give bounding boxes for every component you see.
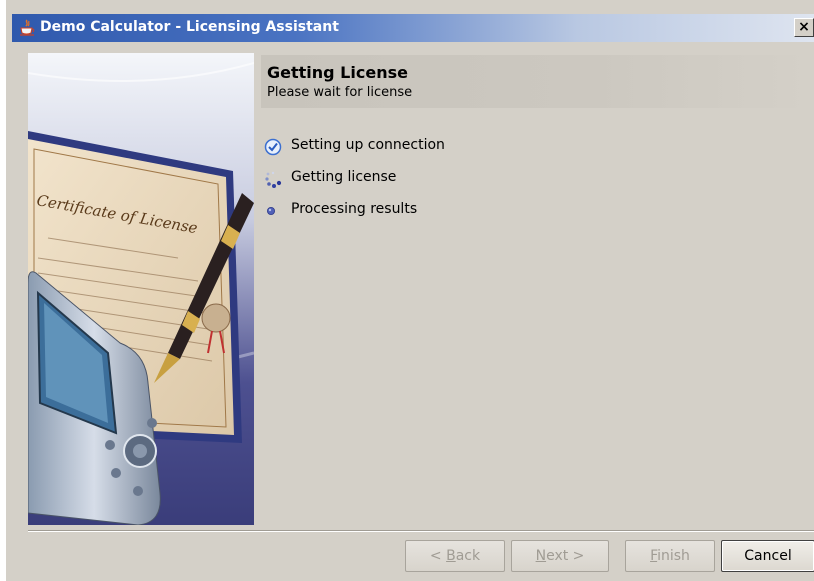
page-subtitle: Please wait for license: [267, 85, 413, 100]
close-button[interactable]: ×: [794, 18, 814, 37]
check-circle-icon: [264, 138, 282, 156]
page-header: Getting License Please wait for license: [261, 55, 813, 108]
page-title: Getting License: [267, 63, 408, 82]
spinner-icon: [265, 171, 282, 188]
bullet-icon: [267, 207, 275, 215]
title-bar[interactable]: Demo Calculator - Licensing Assistant ×: [12, 14, 814, 42]
license-illustration: Certificate of License: [28, 53, 254, 525]
step-label: Setting up connection: [291, 137, 445, 153]
step-label: Getting license: [291, 169, 397, 185]
separator-highlight: [28, 531, 814, 532]
step-label: Processing results: [291, 201, 418, 217]
close-icon: ×: [798, 19, 810, 35]
cancel-button[interactable]: Cancel: [721, 540, 814, 572]
next-button[interactable]: Next >: [511, 540, 609, 572]
licensing-assistant-window: Demo Calculator - Licensing Assistant ×: [0, 0, 814, 581]
finish-button[interactable]: Finish: [625, 540, 715, 572]
java-cup-icon: [20, 19, 35, 36]
window-title: Demo Calculator - Licensing Assistant: [40, 19, 339, 35]
back-button[interactable]: < Back: [405, 540, 505, 572]
